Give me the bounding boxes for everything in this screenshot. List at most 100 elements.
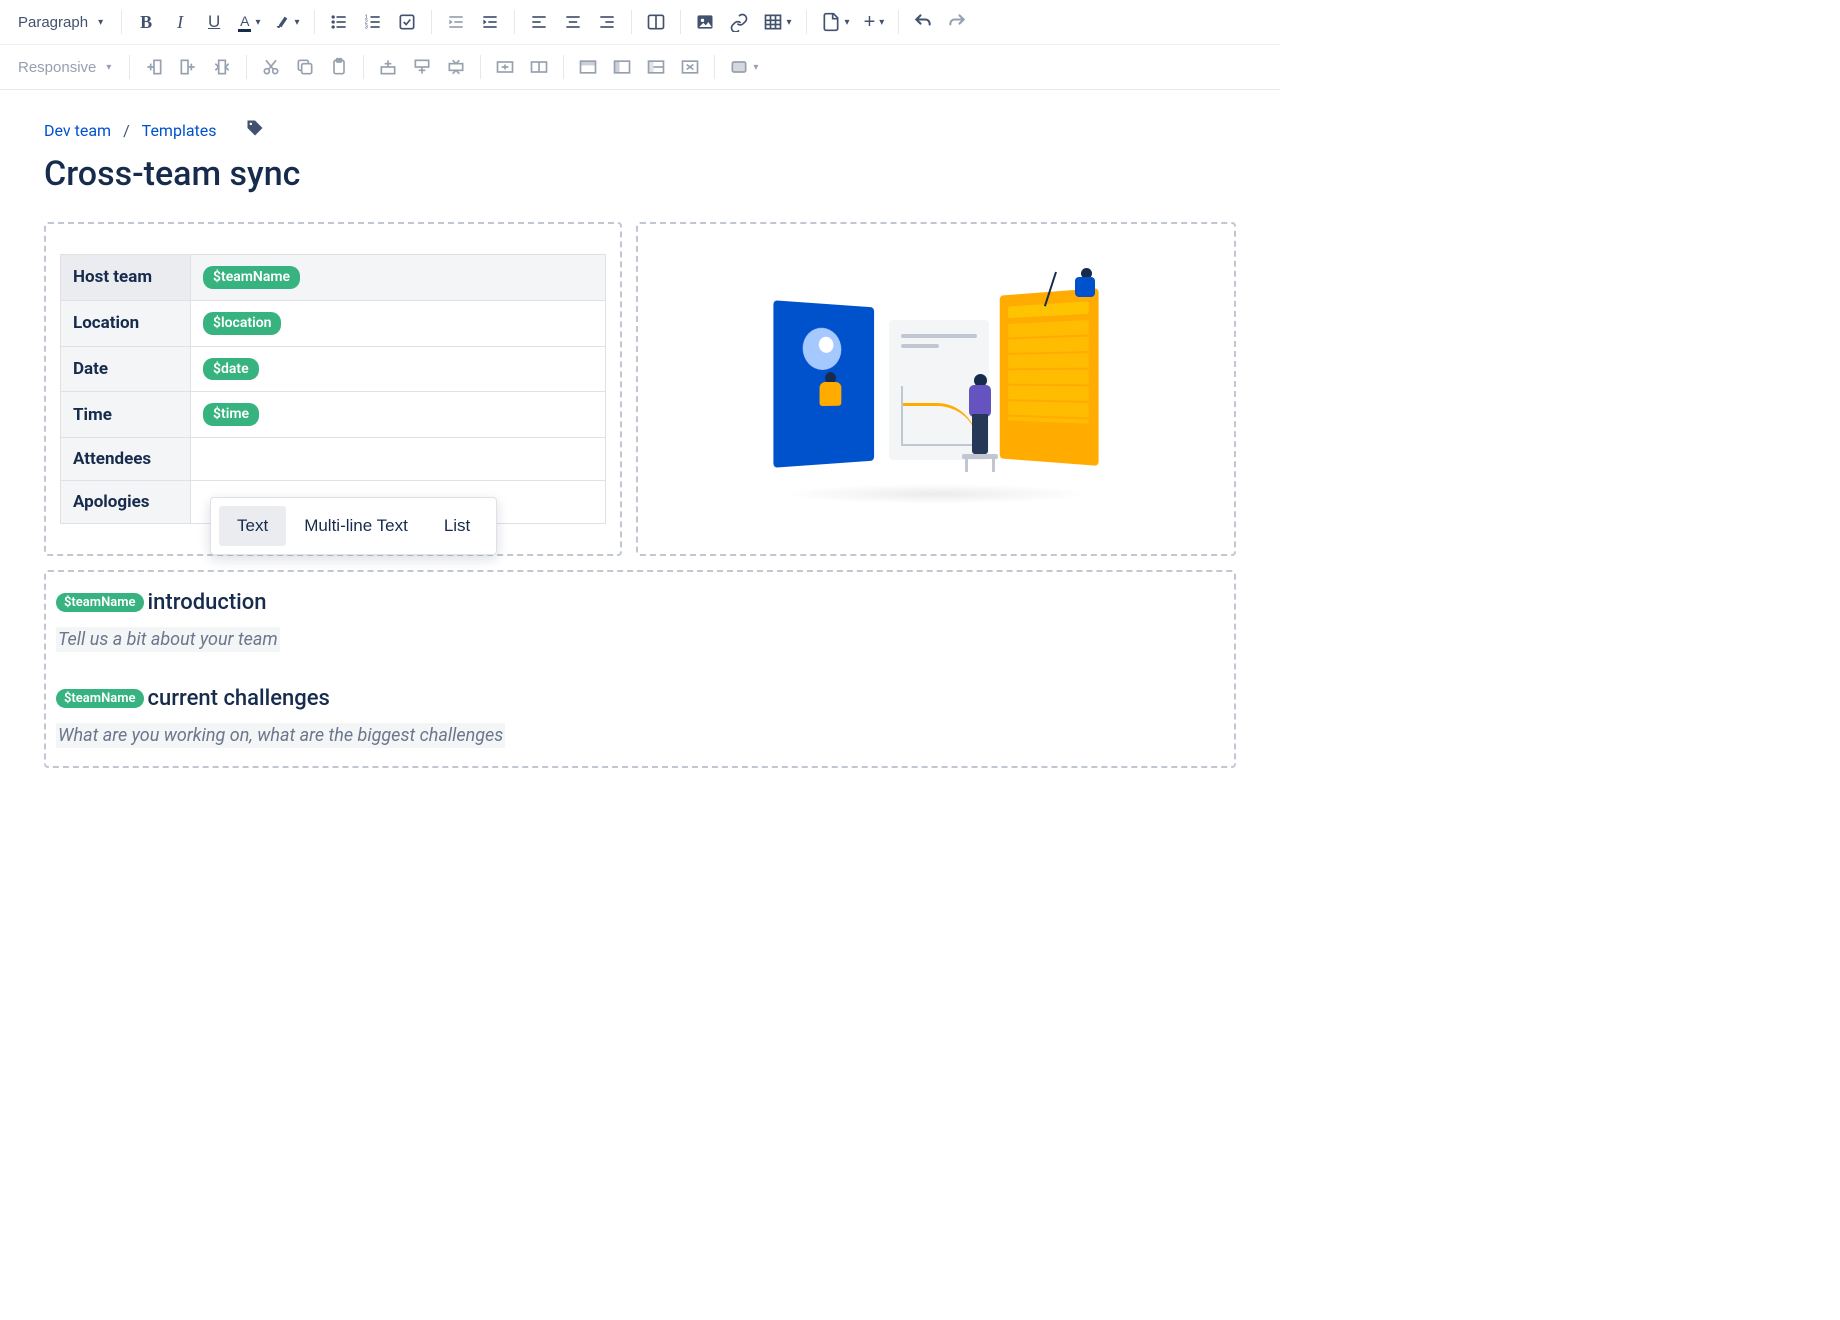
separator (714, 55, 715, 79)
col-insert-right-button[interactable] (172, 51, 204, 83)
meta-value[interactable]: $teamName (191, 255, 606, 301)
indent-button[interactable] (474, 6, 506, 38)
numbered-list-button[interactable]: 123 (357, 6, 389, 38)
cut-row-button[interactable] (255, 51, 287, 83)
link-button[interactable] (723, 6, 755, 38)
text-color-button[interactable]: A▾ (232, 6, 266, 38)
variable-pill[interactable]: $date (203, 358, 259, 381)
undo-button[interactable] (907, 6, 939, 38)
row-insert-below-button[interactable] (406, 51, 438, 83)
image-button[interactable] (689, 6, 721, 38)
variable-pill[interactable]: $teamName (203, 266, 300, 289)
heading-col-button[interactable] (606, 51, 638, 83)
meta-value[interactable]: $time (191, 392, 606, 438)
meta-table[interactable]: Host team $teamName Location $location D… (60, 254, 606, 524)
page-title[interactable]: Cross-team sync (44, 154, 1236, 194)
placeholder-intro[interactable]: Tell us a bit about your team (56, 627, 280, 652)
outdent-icon (446, 12, 466, 32)
col-insert-left-button[interactable] (138, 51, 170, 83)
bullet-list-button[interactable] (323, 6, 355, 38)
layout-cell-right[interactable] (636, 222, 1236, 556)
cut-icon (261, 57, 281, 77)
breadcrumb-parent[interactable]: Templates (142, 121, 217, 140)
breadcrumb-space[interactable]: Dev team (44, 121, 111, 140)
chevron-down-icon: ▾ (879, 17, 884, 28)
merge-cells-button[interactable] (489, 51, 521, 83)
page-content: Dev team / Templates Cross-team sync Hos… (0, 90, 1280, 810)
tag-icon[interactable] (245, 118, 265, 142)
table-button[interactable]: ▾ (757, 6, 798, 38)
underline-button[interactable]: U (198, 6, 230, 38)
chevron-down-icon: ▾ (255, 17, 260, 28)
meta-label: Date (61, 346, 191, 392)
outdent-button[interactable] (440, 6, 472, 38)
delete-table-button[interactable] (674, 51, 706, 83)
paragraph-style-dropdown[interactable]: Paragraph ▾ (8, 6, 113, 38)
align-left-icon (529, 12, 549, 32)
italic-button[interactable]: I (164, 6, 196, 38)
table-row: Host team $teamName (61, 255, 606, 301)
heading-row-icon (578, 57, 598, 77)
bullet-list-icon (329, 12, 349, 32)
variable-pill[interactable]: $teamName (56, 593, 144, 613)
svg-text:3: 3 (364, 25, 367, 31)
numbering-col-button[interactable] (640, 51, 672, 83)
split-cells-button[interactable] (523, 51, 555, 83)
paragraph-label: Paragraph (18, 14, 88, 31)
meta-label: Location (61, 300, 191, 346)
bold-button[interactable]: B (130, 6, 162, 38)
copy-row-button[interactable] (289, 51, 321, 83)
redo-button[interactable] (941, 6, 973, 38)
layout-row-bottom: $teamNameintroduction Tell us a bit abou… (44, 570, 1236, 768)
variable-pill[interactable]: $teamName (56, 689, 144, 709)
align-right-icon (597, 12, 617, 32)
checklist-button[interactable] (391, 6, 423, 38)
row-above-icon (378, 57, 398, 77)
cell-fill-button[interactable]: ▾ (723, 51, 764, 83)
meta-value[interactable]: $location (191, 300, 606, 346)
row-below-icon (412, 57, 432, 77)
insert-button[interactable]: +▾ (858, 6, 891, 38)
chevron-down-icon: ▾ (753, 62, 758, 73)
paste-icon (329, 57, 349, 77)
align-left-button[interactable] (523, 6, 555, 38)
variable-pill[interactable]: $time (203, 403, 259, 426)
highlight-button[interactable]: ▾ (268, 6, 305, 38)
row-insert-above-button[interactable] (372, 51, 404, 83)
meta-value[interactable]: $date (191, 346, 606, 392)
undo-icon (913, 12, 933, 32)
var-type-text-button[interactable]: Text (219, 506, 286, 546)
indent-icon (480, 12, 500, 32)
section-heading-challenges[interactable]: $teamNamecurrent challenges (56, 686, 1224, 711)
placeholder-challenges[interactable]: What are you working on, what are the bi… (56, 723, 505, 748)
image-icon (695, 12, 715, 32)
meta-value[interactable] (191, 438, 606, 481)
breadcrumb-separator: / (123, 121, 130, 140)
row-delete-button[interactable] (440, 51, 472, 83)
separator (314, 10, 315, 34)
col-delete-button[interactable] (206, 51, 238, 83)
separator (363, 55, 364, 79)
align-center-button[interactable] (557, 6, 589, 38)
variable-pill[interactable]: $location (203, 312, 281, 335)
template-button[interactable]: ▾ (815, 6, 856, 38)
paste-row-button[interactable] (323, 51, 355, 83)
heading-row-button[interactable] (572, 51, 604, 83)
highlight-icon (274, 14, 290, 30)
layout-cell-full[interactable]: $teamNameintroduction Tell us a bit abou… (44, 570, 1236, 768)
align-right-button[interactable] (591, 6, 623, 38)
var-type-list-button[interactable]: List (426, 506, 488, 546)
chevron-down-icon: ▾ (98, 17, 103, 28)
var-type-multiline-button[interactable]: Multi-line Text (286, 506, 426, 546)
heading-col-icon (612, 57, 632, 77)
separator (680, 10, 681, 34)
layout-button[interactable] (640, 6, 672, 38)
col-right-icon (178, 57, 198, 77)
responsive-dropdown[interactable]: Responsive ▾ (8, 51, 121, 83)
section-heading-intro[interactable]: $teamNameintroduction (56, 590, 1224, 615)
illustration (771, 274, 1101, 504)
separator (121, 10, 122, 34)
chevron-down-icon: ▾ (787, 17, 792, 28)
col-delete-icon (212, 57, 232, 77)
separator (806, 10, 807, 34)
